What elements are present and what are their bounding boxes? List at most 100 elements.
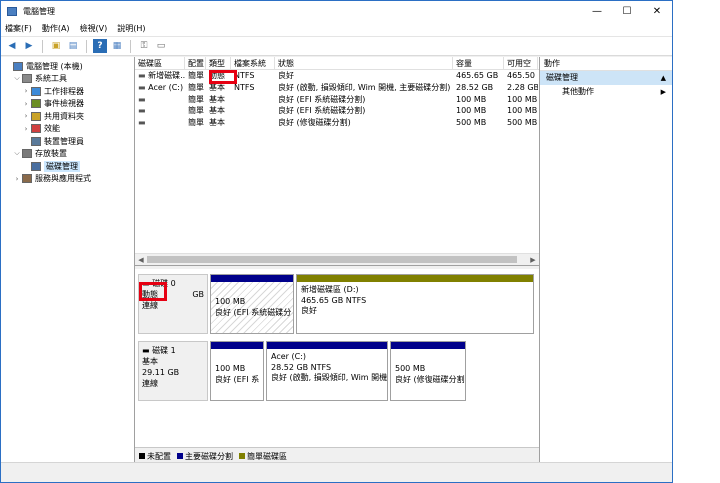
actions-pane: 動作 磁碟管理 ▲ 其他動作 ▶ bbox=[540, 57, 672, 464]
table-cell: 465.65 GB bbox=[456, 71, 499, 80]
forward-icon[interactable]: ▶ bbox=[22, 39, 36, 53]
minimize-button[interactable]: — bbox=[582, 1, 612, 21]
tree-item[interactable]: 電腦管理 (本機) bbox=[1, 60, 134, 73]
table-cell: ▬ bbox=[135, 94, 185, 106]
back-icon[interactable]: ◀ bbox=[5, 39, 19, 53]
more-actions-item[interactable]: 其他動作 ▶ bbox=[540, 85, 672, 99]
partition-status: 良好 (EFI 系統磁碟分 bbox=[215, 307, 292, 317]
column-header[interactable]: 磁碟區 bbox=[135, 57, 185, 69]
storage-icon bbox=[22, 149, 32, 159]
clock-icon bbox=[31, 86, 41, 96]
legend-item: 未配置 bbox=[139, 451, 171, 462]
computer-management-icon bbox=[13, 61, 23, 71]
partition[interactable]: Acer (C:) 28.52 GB NTFS 良好 (啟動, 損毀傾印, Wi… bbox=[266, 341, 388, 401]
disk-icon: ▬ bbox=[142, 346, 153, 355]
expand-down-icon[interactable]: ⌵ bbox=[12, 149, 22, 158]
table-cell: 基本 bbox=[209, 118, 225, 128]
center-pane: 磁碟區 配置 類型 檔案系統 狀態 容量 可用空 ▬ 新增磁碟... 簡單 動態 NT… bbox=[135, 57, 540, 464]
table-row[interactable]: ▬ 新增磁碟...簡單動態NTFS良好465.65 GB465.50 G bbox=[135, 70, 539, 82]
partition[interactable]: 500 MB 良好 (修復磁碟分割 bbox=[390, 341, 466, 401]
performance-icon bbox=[31, 124, 41, 134]
horizontal-scrollbar[interactable]: ◀ ▶ bbox=[135, 253, 539, 265]
column-header[interactable]: 狀態 bbox=[275, 57, 453, 69]
volume-icon: ▬ bbox=[138, 118, 146, 128]
table-cell: ▬ bbox=[135, 105, 185, 117]
column-header[interactable]: 類型 bbox=[206, 57, 231, 69]
expand-right-icon[interactable]: › bbox=[21, 100, 31, 108]
help-icon[interactable]: ? bbox=[93, 39, 107, 53]
menu-view[interactable]: 檢視(V) bbox=[80, 23, 108, 34]
disk-status: 連線 bbox=[142, 301, 158, 310]
disk-size: 29.11 GB bbox=[142, 368, 180, 377]
table-cell: 2.28 GB bbox=[507, 82, 538, 92]
table-row[interactable]: ▬ 簡單 基本 良好 (EFI 系統磁碟分割) 100 MB 100 MB bbox=[135, 94, 539, 106]
maximize-button[interactable]: ☐ bbox=[612, 1, 642, 21]
table-cell: ▬ Acer (C:) bbox=[138, 82, 184, 92]
tree-item[interactable]: › 共用資料夾 bbox=[1, 110, 134, 123]
tree-item[interactable]: › 事件檢視器 bbox=[1, 98, 134, 111]
expand-right-icon[interactable]: › bbox=[12, 175, 22, 183]
expand-down-icon[interactable]: ⌵ bbox=[12, 74, 22, 83]
tree-item-label: 服務與應用程式 bbox=[35, 174, 91, 184]
legend-item: 簡單磁碟區 bbox=[239, 451, 287, 462]
partition-size: 28.52 GB NTFS bbox=[271, 362, 332, 372]
tree-item-label: 存放裝置 bbox=[35, 149, 67, 159]
column-header[interactable]: 可用空 bbox=[504, 57, 538, 69]
table-cell bbox=[231, 94, 275, 106]
submenu-arrow-icon: ▶ bbox=[660, 88, 666, 96]
window-title: 電腦管理 bbox=[23, 6, 55, 16]
menu-action[interactable]: 動作(A) bbox=[42, 23, 70, 34]
tree-item[interactable]: ⌵ 系統工具 bbox=[1, 73, 134, 86]
partition-size: 100 MB bbox=[215, 364, 246, 373]
show-hide-tree-icon[interactable]: ▤ bbox=[66, 39, 80, 53]
table-row[interactable]: ▬ 簡單 基本 良好 (EFI 系統磁碟分割) 100 MB 100 MB bbox=[135, 105, 539, 117]
partition[interactable]: 100 MB 良好 (EFI 系 bbox=[210, 341, 264, 401]
tree-item[interactable]: 磁碟管理 bbox=[1, 160, 134, 173]
scroll-right-icon[interactable]: ▶ bbox=[527, 256, 539, 264]
table-cell: NTFS bbox=[234, 82, 255, 92]
column-header[interactable]: 容量 bbox=[453, 57, 504, 69]
expand-right-icon[interactable]: › bbox=[21, 87, 31, 95]
actions-section-disk-management[interactable]: 磁碟管理 ▲ bbox=[540, 71, 672, 85]
disk-size: GB bbox=[192, 290, 204, 299]
partition-status: 良好 (修復磁碟分割 bbox=[395, 374, 465, 384]
partition[interactable]: 100 MB 良好 (EFI 系統磁碟分 bbox=[210, 274, 294, 334]
scroll-thumb[interactable] bbox=[147, 256, 517, 263]
partition-status: 良好 bbox=[301, 306, 317, 315]
menu-help[interactable]: 說明(H) bbox=[117, 23, 145, 34]
table-cell: 465.50 G bbox=[507, 71, 538, 80]
menu-file[interactable]: 檔案(F) bbox=[5, 23, 32, 34]
table-row[interactable]: ▬ Acer (C:) 簡單 基本 NTFS 良好 (啟動, 損毀傾印, Wim 開機,… bbox=[135, 82, 539, 94]
scroll-left-icon[interactable]: ◀ bbox=[135, 256, 147, 264]
properties-icon[interactable]: ▦ bbox=[110, 39, 124, 53]
column-header[interactable]: 配置 bbox=[185, 57, 206, 69]
tree-item[interactable]: ⌵ 存放裝置 bbox=[1, 148, 134, 161]
disk-management-icon bbox=[31, 161, 41, 171]
tree-item[interactable]: 裝置管理員 bbox=[1, 135, 134, 148]
table-row[interactable]: ▬ 簡單 基本 良好 (修復磁碟分割) 500 MB 500 MB bbox=[135, 117, 539, 129]
up-folder-icon[interactable]: ▣ bbox=[49, 39, 63, 53]
disk-label[interactable]: ▬ 磁碟 1 基本 29.11 GB 連線 bbox=[138, 341, 208, 401]
partition-size: 100 MB bbox=[215, 297, 246, 306]
disk-status: 連線 bbox=[142, 379, 158, 388]
connect-icon[interactable]: ⚿ bbox=[137, 39, 151, 53]
partition-name: Acer (C:) bbox=[271, 352, 307, 361]
tree-item[interactable]: › 工作排程器 bbox=[1, 85, 134, 98]
expand-right-icon[interactable]: › bbox=[21, 112, 31, 120]
close-button[interactable]: ✕ bbox=[642, 1, 672, 21]
table-cell: ▬ bbox=[135, 117, 185, 129]
computer-management-window: 電腦管理 — ☐ ✕ 檔案(F) 動作(A) 檢視(V) 說明(H) ◀ ▶ ▣… bbox=[0, 0, 673, 483]
table-cell: 100 MB bbox=[507, 94, 538, 104]
tree-item[interactable]: › 服務與應用程式 bbox=[1, 173, 134, 186]
tree-item[interactable]: › 效能 bbox=[1, 123, 134, 136]
column-header[interactable]: 檔案系統 bbox=[231, 57, 275, 69]
expand-right-icon[interactable]: › bbox=[21, 125, 31, 133]
table-cell bbox=[231, 105, 275, 117]
partition[interactable]: 新增磁碟區 (D:) 465.65 GB NTFS 良好 bbox=[296, 274, 534, 334]
collapse-up-icon[interactable]: ▲ bbox=[661, 71, 666, 85]
table-cell: 100 MB bbox=[456, 94, 487, 104]
shared-folder-icon bbox=[31, 111, 41, 121]
table-header: 磁碟區 配置 類型 檔案系統 狀態 容量 可用空 bbox=[135, 57, 539, 70]
table-cell: 500 MB bbox=[456, 118, 487, 128]
console-icon[interactable]: ▭ bbox=[154, 39, 168, 53]
